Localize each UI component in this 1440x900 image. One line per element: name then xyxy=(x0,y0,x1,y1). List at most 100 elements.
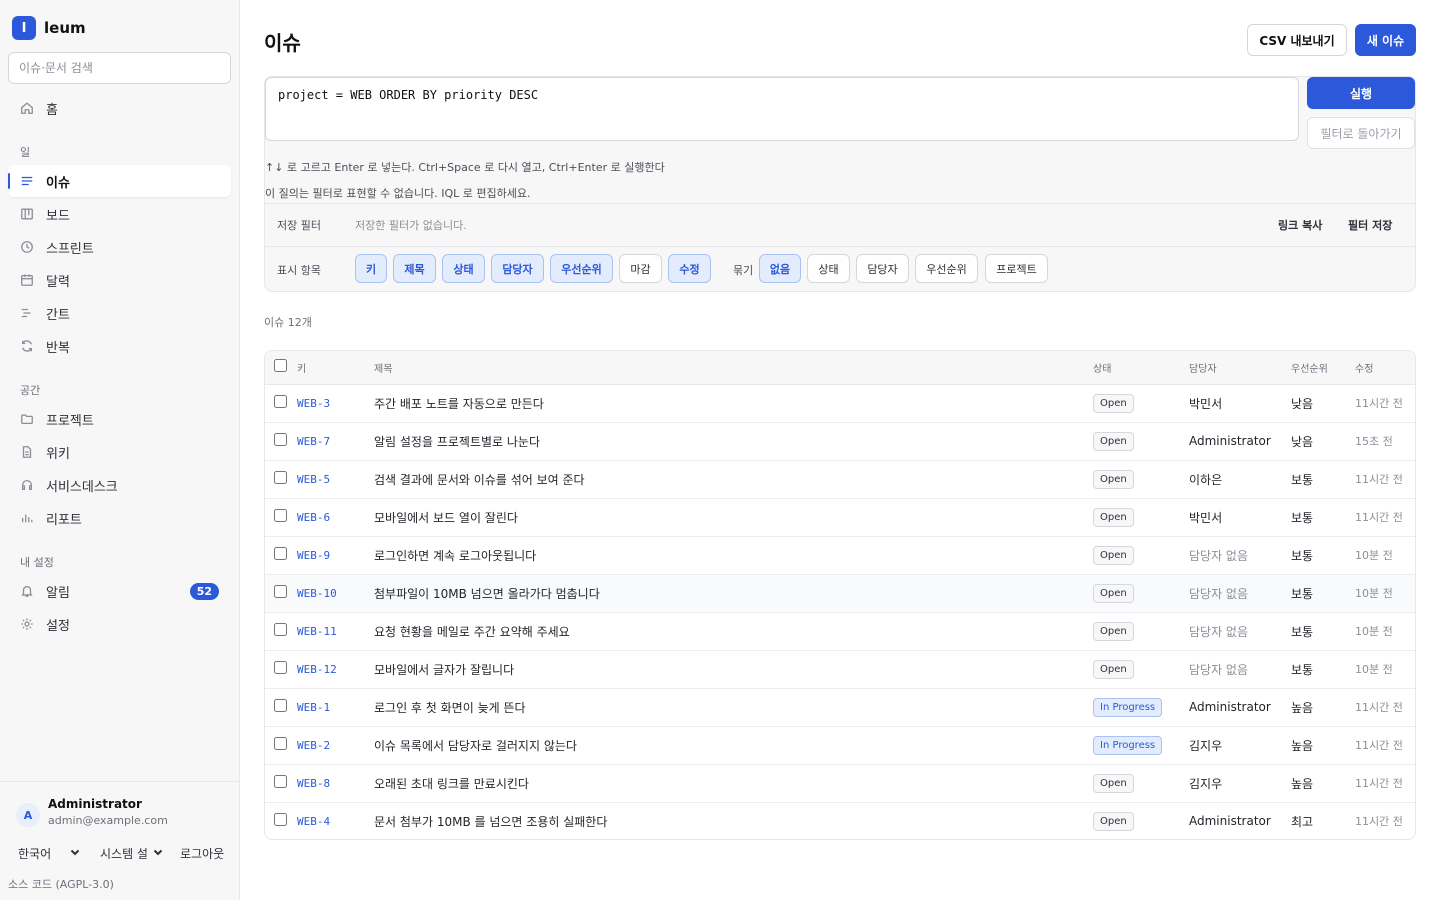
assignee-cell: 김지우 xyxy=(1189,738,1223,753)
issue-title[interactable]: 검색 결과에 문서와 이슈를 섞어 보여 준다 xyxy=(374,460,1093,498)
status-cell: Open xyxy=(1093,384,1189,422)
row-checkbox[interactable] xyxy=(274,471,287,484)
column-chip-updated[interactable]: 수정 xyxy=(668,254,711,283)
issue-key-link[interactable]: WEB-6 xyxy=(297,498,374,536)
issue-key-link[interactable]: WEB-3 xyxy=(297,384,374,422)
sidebar-item-reports[interactable]: 리포트 xyxy=(8,502,231,534)
issue-key-link[interactable]: WEB-7 xyxy=(297,422,374,460)
brand[interactable]: I leum xyxy=(12,16,86,40)
issue-title[interactable]: 모바일에서 글자가 잘립니다 xyxy=(374,650,1093,688)
issue-title[interactable]: 첨부파일이 10MB 넘으면 올라가다 멈춥니다 xyxy=(374,574,1093,612)
table-row[interactable]: WEB-8 오래된 초대 링크를 만료시킨다 Open 김지우 높음 11시간 전 xyxy=(265,764,1415,802)
issue-key-link[interactable]: WEB-9 xyxy=(297,536,374,574)
column-chip-key[interactable]: 키 xyxy=(355,254,387,283)
issue-title[interactable]: 오래된 초대 링크를 만료시킨다 xyxy=(374,764,1093,802)
sidebar-item-board[interactable]: 보드 xyxy=(8,198,231,230)
issue-title[interactable]: 문서 첨부가 10MB 를 넘으면 조용히 실패한다 xyxy=(374,802,1093,839)
issue-title[interactable]: 주간 배포 노트를 자동으로 만든다 xyxy=(374,384,1093,422)
section-label-space: 공간 xyxy=(20,384,41,397)
logout-link[interactable]: 로그아웃 xyxy=(180,845,224,862)
sidebar-item-gantt[interactable]: 간트 xyxy=(8,297,231,329)
sidebar-item-projects[interactable]: 프로젝트 xyxy=(8,403,231,435)
row-checkbox[interactable] xyxy=(274,737,287,750)
language-select[interactable]: 한국어 xyxy=(18,845,81,862)
sidebar-item-issues[interactable]: 이슈 xyxy=(8,165,231,197)
group-chip-project[interactable]: 프로젝트 xyxy=(985,254,1048,283)
system-select-label: 시스템 설 xyxy=(100,847,148,861)
group-chip-priority[interactable]: 우선순위 xyxy=(915,254,978,283)
row-checkbox[interactable] xyxy=(274,623,287,636)
column-chip-title[interactable]: 제목 xyxy=(393,254,436,283)
row-checkbox[interactable] xyxy=(274,585,287,598)
table-row[interactable]: WEB-1 로그인 후 첫 화면이 늦게 뜬다 In Progress Adminis… xyxy=(265,688,1415,726)
row-select-cell xyxy=(265,764,297,802)
column-header-updated[interactable]: 수정 xyxy=(1355,351,1415,385)
row-checkbox[interactable] xyxy=(274,433,287,446)
sidebar-item-notifications[interactable]: 알림 52 xyxy=(8,575,231,607)
row-checkbox[interactable] xyxy=(274,509,287,522)
row-checkbox[interactable] xyxy=(274,395,287,408)
column-header-priority[interactable]: 우선순위 xyxy=(1291,351,1355,385)
group-chip-none[interactable]: 없음 xyxy=(759,254,801,283)
column-header-assignee[interactable]: 담당자 xyxy=(1189,351,1291,385)
sidebar-item-calendar[interactable]: 달력 xyxy=(8,264,231,296)
copy-link-button[interactable]: 링크 복사 xyxy=(1278,217,1322,233)
sidebar-item-home[interactable]: 홈 xyxy=(8,92,231,124)
table-row[interactable]: WEB-10 첨부파일이 10MB 넘으면 올라가다 멈춥니다 Open 담당자 없음… xyxy=(265,574,1415,612)
sidebar-item-recurring[interactable]: 반복 xyxy=(8,330,231,362)
issue-title[interactable]: 로그인하면 계속 로그아웃됩니다 xyxy=(374,536,1093,574)
issue-key-link[interactable]: WEB-8 xyxy=(297,764,374,802)
select-all-checkbox[interactable] xyxy=(274,359,287,373)
table-row[interactable]: WEB-4 문서 첨부가 10MB 를 넘으면 조용히 실패한다 Open Admin… xyxy=(265,802,1415,839)
avatar[interactable]: A xyxy=(16,803,40,827)
table-row[interactable]: WEB-11 요청 현황을 메일로 주간 요약해 주세요 Open 담당자 없음 보통 1… xyxy=(265,612,1415,650)
table-row[interactable]: WEB-3 주간 배포 노트를 자동으로 만든다 Open 박민서 낮음 11시간 전 xyxy=(265,384,1415,422)
column-header-title[interactable]: 제목 xyxy=(374,351,1093,385)
issue-key-link[interactable]: WEB-1 xyxy=(297,688,374,726)
issue-title[interactable]: 이슈 목록에서 담당자로 걸러지지 않는다 xyxy=(374,726,1093,764)
issue-key-link[interactable]: WEB-5 xyxy=(297,460,374,498)
row-checkbox[interactable] xyxy=(274,813,287,827)
sidebar-item-sprint[interactable]: 스프린트 xyxy=(8,231,231,263)
row-checkbox[interactable] xyxy=(274,699,287,712)
column-header-key[interactable]: 키 xyxy=(297,351,374,385)
column-chip-assignee[interactable]: 담당자 xyxy=(491,254,544,283)
query-input[interactable] xyxy=(265,77,1299,141)
column-chip-priority[interactable]: 우선순위 xyxy=(550,254,613,283)
group-chip-status[interactable]: 상태 xyxy=(807,254,850,283)
issue-key-link[interactable]: WEB-10 xyxy=(297,574,374,612)
search-input[interactable] xyxy=(8,52,231,84)
sidebar-item-settings[interactable]: 설정 xyxy=(8,608,231,640)
new-issue-button[interactable]: 새 이슈 xyxy=(1355,24,1416,56)
save-filter-button[interactable]: 필터 저장 xyxy=(1348,217,1392,233)
issue-title[interactable]: 모바일에서 보드 열이 잘린다 xyxy=(374,498,1093,536)
issue-key-link[interactable]: WEB-11 xyxy=(297,612,374,650)
back-to-filter-button[interactable]: 필터로 돌아가기 xyxy=(1307,117,1415,149)
csv-export-button[interactable]: CSV 내보내기 xyxy=(1247,24,1347,56)
issue-title[interactable]: 요청 현황을 메일로 주간 요약해 주세요 xyxy=(374,612,1093,650)
table-row[interactable]: WEB-6 모바일에서 보드 열이 잘린다 Open 박민서 보통 11시간 전 xyxy=(265,498,1415,536)
row-checkbox[interactable] xyxy=(274,775,287,788)
issue-title[interactable]: 알림 설정을 프로젝트별로 나눈다 xyxy=(374,422,1093,460)
issue-key-link[interactable]: WEB-12 xyxy=(297,650,374,688)
run-query-button[interactable]: 실행 xyxy=(1307,77,1415,109)
table-row[interactable]: WEB-7 알림 설정을 프로젝트별로 나눈다 Open Administrator 낮… xyxy=(265,422,1415,460)
table-row[interactable]: WEB-2 이슈 목록에서 담당자로 걸러지지 않는다 In Progress 김지우… xyxy=(265,726,1415,764)
row-checkbox[interactable] xyxy=(274,661,287,674)
column-chip-due[interactable]: 마감 xyxy=(619,254,662,283)
source-code-link[interactable]: 소스 코드 (AGPL-3.0) xyxy=(8,876,114,892)
issue-key-link[interactable]: WEB-4 xyxy=(297,802,374,839)
issue-title[interactable]: 로그인 후 첫 화면이 늦게 뜬다 xyxy=(374,688,1093,726)
table-row[interactable]: WEB-5 검색 결과에 문서와 이슈를 섞어 보여 준다 Open 이하은 보통 11시… xyxy=(265,460,1415,498)
group-chip-assignee[interactable]: 담당자 xyxy=(856,254,909,283)
issue-key-link[interactable]: WEB-2 xyxy=(297,726,374,764)
column-chip-status[interactable]: 상태 xyxy=(442,254,485,283)
column-header-status[interactable]: 상태 xyxy=(1093,351,1189,385)
sidebar-item-label: 설정 xyxy=(46,618,70,634)
table-row[interactable]: WEB-9 로그인하면 계속 로그아웃됩니다 Open 담당자 없음 보통 10분 전 xyxy=(265,536,1415,574)
sidebar-item-servicedesk[interactable]: 서비스데스크 xyxy=(8,469,231,501)
sidebar-item-wiki[interactable]: 위키 xyxy=(8,436,231,468)
row-checkbox[interactable] xyxy=(274,547,287,560)
system-select[interactable]: 시스템 설 xyxy=(100,845,164,862)
table-row[interactable]: WEB-12 모바일에서 글자가 잘립니다 Open 담당자 없음 보통 10분 전 xyxy=(265,650,1415,688)
